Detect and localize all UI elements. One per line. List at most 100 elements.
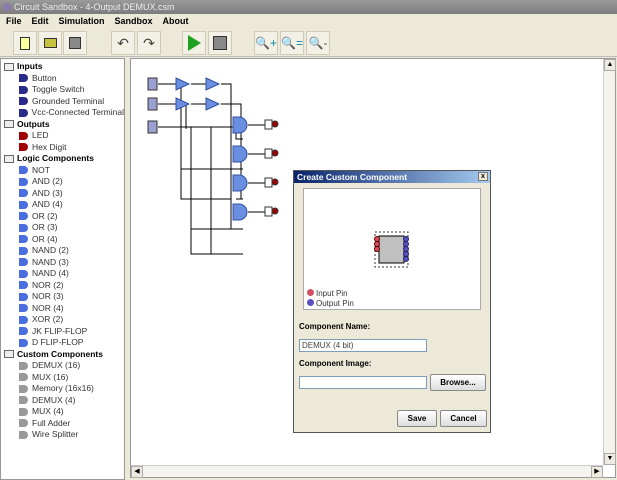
palette-item-label: DEMUX (4): [32, 394, 76, 405]
component-icon: [19, 338, 28, 347]
scroll-up-button[interactable]: ▲: [604, 59, 616, 71]
palette-item-label: JK FLIP-FLOP: [32, 325, 88, 336]
palette-item[interactable]: AND (3): [1, 188, 124, 200]
scroll-left-button[interactable]: ◀: [131, 466, 143, 478]
component-icon: [19, 131, 28, 140]
menu-about[interactable]: About: [163, 14, 189, 29]
run-button[interactable]: [182, 31, 206, 55]
palette-item[interactable]: OR (4): [1, 234, 124, 246]
component-icon: [19, 143, 28, 152]
palette-item[interactable]: NOR (3): [1, 291, 124, 303]
palette-item-label: NAND (2): [32, 245, 69, 255]
palette-item[interactable]: OR (3): [1, 222, 124, 234]
component-icon: [19, 315, 28, 324]
cancel-button[interactable]: Cancel: [440, 410, 487, 427]
component-icon: [19, 166, 28, 175]
zoom-reset-icon: 🔍=: [281, 36, 303, 50]
input-switches: [147, 77, 158, 134]
category-custom-components[interactable]: Custom Components: [1, 349, 124, 361]
palette-item[interactable]: DEMUX (4): [1, 395, 124, 407]
palette-item-label: LED: [32, 130, 49, 140]
palette-item-label: OR (2): [32, 210, 58, 221]
palette-item[interactable]: Grounded Terminal: [1, 96, 124, 108]
close-button[interactable]: x: [478, 172, 488, 181]
menu-sandbox[interactable]: Sandbox: [115, 14, 153, 29]
palette-item[interactable]: NOR (2): [1, 280, 124, 292]
redo-button[interactable]: ↷: [137, 31, 161, 55]
palette-item[interactable]: AND (2): [1, 176, 124, 188]
play-icon: [187, 35, 201, 51]
component-image-input[interactable]: [299, 376, 427, 389]
stop-icon: [213, 36, 227, 50]
palette-item-label: OR (4): [32, 233, 58, 244]
create-custom-component-dialog: Create Custom Component x Input Pin Outpu…: [293, 170, 491, 433]
palette-item-label: NOR (4): [32, 302, 64, 313]
palette-item-label: Vcc-Connected Terminal: [31, 107, 124, 117]
zoom-out-button[interactable]: 🔍-: [306, 31, 330, 55]
palette-item[interactable]: NAND (2): [1, 245, 124, 257]
palette-item[interactable]: MUX (16): [1, 372, 124, 384]
component-icon: [19, 373, 28, 382]
menu-simulation[interactable]: Simulation: [59, 14, 105, 29]
window-title: Circuit Sandbox - 4-Output DEMUX.csm: [14, 2, 175, 12]
category-logic-components[interactable]: Logic Components: [1, 153, 124, 165]
menu-edit[interactable]: Edit: [32, 14, 49, 29]
palette-item[interactable]: Toggle Switch: [1, 84, 124, 96]
palette-item[interactable]: Full Adder: [1, 418, 124, 430]
scroll-down-button[interactable]: ▼: [604, 453, 616, 465]
app-icon: [3, 3, 11, 11]
save-button[interactable]: [63, 31, 87, 55]
palette-item[interactable]: Vcc-Connected Terminal: [1, 107, 124, 119]
palette-item-label: NOT: [32, 164, 50, 175]
palette-item[interactable]: NOT: [1, 165, 124, 177]
component-name-input[interactable]: DEMUX (4 bit): [299, 339, 427, 352]
legend-output: Output Pin: [307, 299, 354, 308]
browse-button[interactable]: Browse...: [430, 374, 486, 391]
palette-item[interactable]: MUX (4): [1, 406, 124, 418]
palette-item-label: Full Adder: [32, 417, 71, 428]
horizontal-scrollbar[interactable]: ◀ ▶: [131, 465, 603, 478]
category-label: Outputs: [17, 118, 50, 129]
category-inputs[interactable]: Inputs: [1, 61, 124, 73]
palette-item[interactable]: NOR (4): [1, 303, 124, 315]
zoom-reset-button[interactable]: 🔍=: [280, 31, 304, 55]
open-button[interactable]: [38, 31, 62, 55]
palette-item[interactable]: Button: [1, 73, 124, 85]
palette-item[interactable]: NAND (4): [1, 268, 124, 280]
palette-item[interactable]: Memory (16x16): [1, 383, 124, 395]
scroll-right-button[interactable]: ▶: [591, 466, 603, 478]
palette-item[interactable]: DEMUX (16): [1, 360, 124, 372]
undo-button[interactable]: ↶: [111, 31, 135, 55]
palette-item[interactable]: XOR (2): [1, 314, 124, 326]
component-icon: [19, 258, 28, 267]
palette-item[interactable]: JK FLIP-FLOP: [1, 326, 124, 338]
component-icon: [19, 97, 28, 106]
palette-item[interactable]: Hex Digit: [1, 142, 124, 154]
palette-item-label: AND (4): [32, 199, 63, 209]
palette-item[interactable]: D FLIP-FLOP: [1, 337, 124, 349]
vertical-scrollbar[interactable]: ▲ ▼: [603, 59, 616, 465]
new-button[interactable]: [13, 31, 37, 55]
zoom-in-button[interactable]: 🔍+: [254, 31, 278, 55]
folder-icon: [4, 120, 14, 129]
palette-item[interactable]: Wire Splitter: [1, 429, 124, 441]
palette-item[interactable]: AND (4): [1, 199, 124, 211]
palette-item[interactable]: LED: [1, 130, 124, 142]
legend-input-label: Input Pin: [316, 289, 348, 298]
dialog-title: Create Custom Component: [297, 172, 408, 182]
component-icon: [19, 396, 28, 405]
palette-item[interactable]: NAND (3): [1, 257, 124, 269]
redo-icon: ↷: [143, 34, 155, 51]
palette-item[interactable]: OR (2): [1, 211, 124, 223]
category-outputs[interactable]: Outputs: [1, 119, 124, 131]
component-icon: [19, 74, 28, 83]
component-icon: [19, 419, 28, 428]
palette-item-label: OR (3): [32, 222, 58, 232]
component-icon: [19, 223, 28, 232]
save-button[interactable]: Save: [397, 410, 437, 427]
undo-icon: ↶: [117, 34, 129, 51]
palette-item-label: D FLIP-FLOP: [32, 337, 84, 347]
menu-file[interactable]: File: [6, 14, 22, 29]
stop-button[interactable]: [208, 31, 232, 55]
folder-icon: [4, 350, 14, 359]
